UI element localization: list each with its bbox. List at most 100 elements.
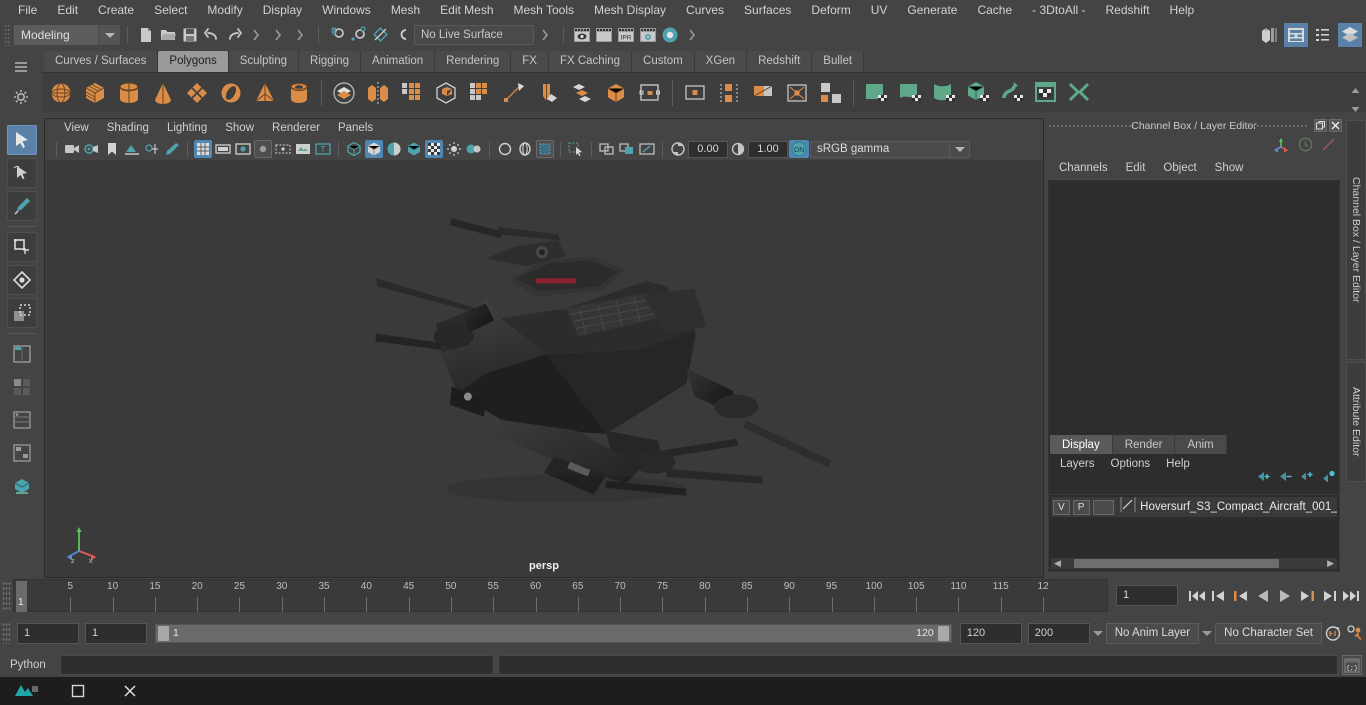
animation-end-time-field[interactable]: 200 [1027,622,1090,644]
merge-icon[interactable] [712,76,746,110]
uv-unfold-icon[interactable] [995,76,1029,110]
textured-icon[interactable] [405,140,423,158]
persp-layout-icon[interactable] [7,372,37,402]
uv-planar-icon[interactable] [893,76,927,110]
menu-uv[interactable]: UV [861,0,898,20]
menu-mesh[interactable]: Mesh [381,0,430,20]
gamma-field[interactable]: 1.00 [748,140,788,158]
xray-joints-icon[interactable] [598,140,616,158]
uv-layout-icon[interactable] [1029,76,1063,110]
menu-set-selector[interactable]: Modeling [14,25,120,45]
layer-menu-layers[interactable]: Layers [1052,458,1103,470]
tab-attribute-editor[interactable]: Attribute Editor [1346,362,1366,482]
snap-view-plane-icon[interactable] [392,24,414,46]
poly-pyramid-icon[interactable] [248,76,282,110]
undock-icon[interactable] [1314,119,1327,132]
move-layer-down-icon[interactable] [1277,470,1292,488]
channel-box-menu-channels[interactable]: Channels [1050,162,1117,174]
color-management-icon[interactable]: ON [789,140,809,158]
command-result-field[interactable] [498,655,1338,675]
menu-display[interactable]: Display [253,0,312,20]
shelf-tab-redshift[interactable]: Redshift [747,51,813,72]
shelf-tab-rigging[interactable]: Rigging [299,51,362,72]
uv-cylindrical-icon[interactable] [927,76,961,110]
current-time-indicator[interactable]: 1 [16,581,27,612]
camera-attributes-icon[interactable] [83,140,101,158]
layer-playback-toggle[interactable]: P [1072,499,1090,515]
scroll-right-icon[interactable]: ▶ [1324,558,1337,569]
two-d-pan-zoom-icon[interactable] [143,140,161,158]
isolate-select-icon[interactable] [567,140,585,158]
uv-automatic-icon[interactable] [961,76,995,110]
step-back-frame-icon[interactable] [1230,585,1252,607]
layer-shading-toggle[interactable] [1092,499,1115,515]
multisample-icon[interactable] [516,140,534,158]
menu-redshift[interactable]: Redshift [1096,0,1160,20]
layer-list[interactable]: V P Hoversurf_S3_Compact_Aircraft_001_l … [1048,494,1340,572]
smooth-icon[interactable] [429,76,463,110]
outliner-layout-icon[interactable] [7,339,37,369]
combine-icon[interactable] [361,76,395,110]
snap-point-icon[interactable] [370,24,392,46]
lighting-icon[interactable] [425,140,443,158]
extrude-icon[interactable] [565,76,599,110]
viewport-menu-panels[interactable]: Panels [329,119,382,138]
script-editor-icon[interactable]: {;} [1342,655,1362,675]
shelf-tab-animation[interactable]: Animation [361,51,436,72]
playback-start-time-field[interactable]: 1 [85,622,147,644]
redo-icon[interactable] [223,24,245,46]
bridge-icon[interactable] [633,76,667,110]
shelf-tab-rendering[interactable]: Rendering [435,51,512,72]
shelf-tab-curves-surfaces[interactable]: Curves / Surfaces [44,51,159,72]
scroll-left-icon[interactable]: ◀ [1051,558,1064,569]
menu-edit-mesh[interactable]: Edit Mesh [430,0,503,20]
slash-icon[interactable] [1321,137,1336,157]
channel-box-menu-show[interactable]: Show [1206,162,1253,174]
grid-toggle-icon[interactable] [194,140,212,158]
resolution-gate-icon[interactable] [234,140,252,158]
snap-curve-icon[interactable] [348,24,370,46]
layer-visibility-toggle[interactable]: V [1053,499,1070,515]
step-forward-frame-icon[interactable] [1296,585,1318,607]
shelf-tab-sculpting[interactable]: Sculpting [228,51,300,72]
poly-cylinder-icon[interactable] [112,76,146,110]
ipr-render-icon[interactable]: IPR [615,24,637,46]
open-scene-icon[interactable] [157,24,179,46]
hypergraph-layout-icon[interactable] [7,438,37,468]
multi-cut-icon[interactable] [531,76,565,110]
auto-keyframe-icon[interactable] [1322,622,1344,644]
grease-pencil-icon[interactable] [163,140,181,158]
menu-cache[interactable]: Cache [967,0,1022,20]
select-hierarchy-icon[interactable] [245,24,267,46]
command-language-label[interactable]: Python [4,659,60,671]
animation-start-time-field[interactable]: 1 [17,622,79,644]
select-camera-icon[interactable] [63,140,81,158]
lasso-select-tool[interactable] [7,158,37,188]
step-back-keyframe-icon[interactable] [1208,585,1230,607]
viewport-snapshot-icon[interactable] [638,140,656,158]
menu-modify[interactable]: Modify [197,0,252,20]
move-tool[interactable] [7,232,37,262]
range-bar[interactable]: 1 120 [155,623,952,643]
attribute-editor-icon[interactable] [1284,23,1308,47]
layer-list-horizontal-scrollbar[interactable]: ◀ ▶ [1051,558,1337,569]
anim-layer-dropdown-arrow[interactable] [1090,623,1106,643]
xray-active-components-icon[interactable] [618,140,636,158]
shaded-wireframe-icon[interactable] [385,140,403,158]
color-space-dropdown-arrow[interactable] [950,140,970,158]
new-layer-from-selected-icon[interactable] [1321,470,1336,488]
command-input[interactable] [60,655,494,675]
poly-plane-icon[interactable] [180,76,214,110]
poly-sphere-icon[interactable] [44,76,78,110]
range-end-handle[interactable] [937,625,949,641]
gamma-icon[interactable] [729,140,747,158]
go-to-end-icon[interactable] [1340,585,1362,607]
menu-help[interactable]: Help [1160,0,1205,20]
menu-mesh-display[interactable]: Mesh Display [584,0,676,20]
four-view-layout-icon[interactable] [7,405,37,435]
shelf-tab-fx-caching[interactable]: FX Caching [548,51,633,72]
tab-channel-box-layer-editor[interactable]: Channel Box / Layer Editor [1346,120,1366,360]
wedge-icon[interactable] [780,76,814,110]
shelf-options-menu-icon[interactable] [6,54,36,80]
film-origin-icon[interactable] [274,140,292,158]
